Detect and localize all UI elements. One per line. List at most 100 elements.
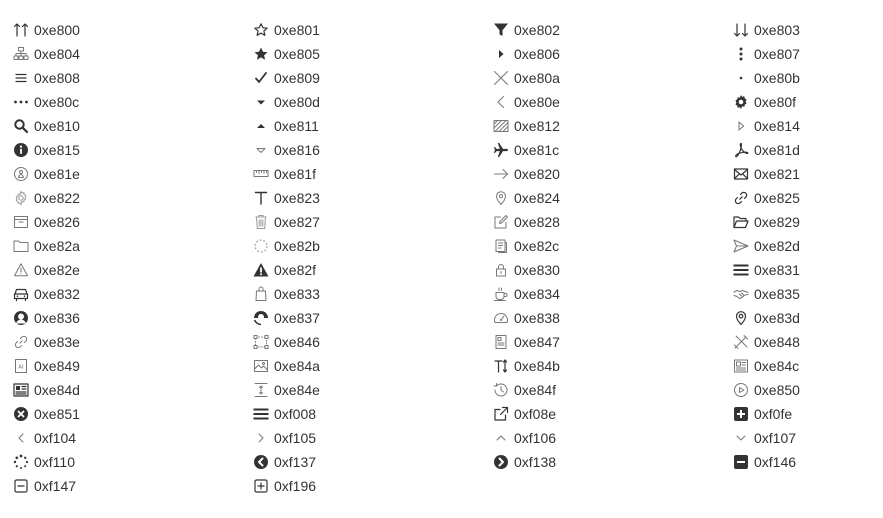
icon-item-0xe812: 0xe812	[492, 114, 712, 138]
icon-item-0xe807: 0xe807	[732, 42, 883, 66]
icon-item-0xe822: 0xe822	[12, 186, 232, 210]
filter-funnel-icon	[492, 21, 510, 39]
icon-code-label: 0xe81e	[34, 166, 80, 182]
minus-square-icon	[732, 453, 750, 471]
icon-item-0xe801: 0xe801	[252, 18, 472, 42]
icon-item-0xe803: 0xe803	[732, 18, 883, 42]
icon-item-0xe82f: 0xe82f	[252, 258, 472, 282]
icon-code-label: 0xe80c	[34, 94, 80, 110]
user-partial-icon	[252, 309, 270, 327]
icon-item-0xe81d: 0xe81d	[732, 138, 883, 162]
coffee-cup-icon	[492, 285, 510, 303]
caret-down-outline-icon	[252, 141, 270, 159]
image-icon	[252, 357, 270, 375]
icon-item-0xe821: 0xe821	[732, 162, 883, 186]
icon-item-0xe802: 0xe802	[492, 18, 712, 42]
icon-item-0xf138: 0xf138	[492, 450, 712, 474]
icon-item-0xe824: 0xe824	[492, 186, 712, 210]
icon-item-0xe80a: 0xe80a	[492, 66, 712, 90]
history-clock-icon	[492, 381, 510, 399]
icon-code-label: 0xe83d	[754, 310, 800, 326]
icon-code-label: 0xf137	[274, 454, 317, 470]
icon-code-label: 0xe816	[274, 142, 320, 158]
icon-code-label: 0xe80e	[514, 94, 560, 110]
car-icon	[12, 285, 30, 303]
external-link-icon	[492, 405, 510, 423]
shopping-bag-icon	[252, 285, 270, 303]
icon-code-label: 0xf104	[34, 430, 77, 446]
icon-code-label: 0xe837	[274, 310, 320, 326]
icon-item-0xe84b: 0xe84b	[492, 354, 712, 378]
icon-code-label: 0xe812	[514, 118, 560, 134]
icon-item-0xe81e: 0xe81e	[12, 162, 232, 186]
icon-code-label: 0xf138	[514, 454, 557, 470]
icon-code-label: 0xf0fe	[754, 406, 793, 422]
angle-up-icon	[492, 429, 510, 447]
icon-code-label: 0xe84e	[274, 382, 320, 398]
icon-code-label: 0xe84c	[754, 358, 800, 374]
pdf-logo-icon	[732, 141, 750, 159]
sitemap-icon	[12, 45, 30, 63]
icon-code-label: 0xe80a	[514, 70, 560, 86]
icon-code-label: 0xe81d	[754, 142, 800, 158]
icon-item-0xf107: 0xf107	[732, 426, 883, 450]
text-height-icon	[492, 357, 510, 375]
icon-item-0xe805: 0xe805	[252, 42, 472, 66]
icon-code-label: 0xe82d	[754, 238, 800, 254]
search-icon	[12, 117, 30, 135]
hatched-box-icon	[492, 117, 510, 135]
icon-item-0xe84d: 0xe84d	[12, 378, 232, 402]
icon-item-0xe834: 0xe834	[492, 282, 712, 306]
icon-item-0xe84c: 0xe84c	[732, 354, 883, 378]
icon-item-0xe832: 0xe832	[12, 282, 232, 306]
link-icon	[732, 189, 750, 207]
icon-code-label: 0xe851	[34, 406, 80, 422]
icon-item-0xe84f: 0xe84f	[492, 378, 712, 402]
newspaper-alt-icon	[12, 381, 30, 399]
dashed-circle-icon	[252, 237, 270, 255]
folder-icon	[12, 237, 30, 255]
arrow-right-icon	[492, 165, 510, 183]
icon-item-0xe800: 0xe800	[12, 18, 232, 42]
icon-code-label: 0xe84d	[34, 382, 80, 398]
info-circle-icon	[12, 141, 30, 159]
icon-item-0xf08e: 0xf08e	[492, 402, 712, 426]
icon-code-label: 0xf106	[514, 430, 557, 446]
icon-item-0xf106: 0xf106	[492, 426, 712, 450]
airplane-icon	[492, 141, 510, 159]
icon-item-0xe835: 0xe835	[732, 282, 883, 306]
ellipsis-horizontal-icon	[12, 93, 30, 111]
handshake-icon	[732, 285, 750, 303]
icon-code-label: 0xe835	[754, 286, 800, 302]
icon-code-label: 0xe80f	[754, 94, 797, 110]
icon-code-label: 0xe82f	[274, 262, 317, 278]
icon-code-label: 0xe825	[754, 190, 800, 206]
warning-filled-icon	[252, 261, 270, 279]
icon-code-label: 0xe848	[754, 334, 800, 350]
icon-code-label: 0xe81f	[274, 166, 317, 182]
icon-code-label: 0xe810	[34, 118, 80, 134]
icon-item-0xe827: 0xe827	[252, 210, 472, 234]
icon-item-0xe816: 0xe816	[252, 138, 472, 162]
icon-item-0xf146: 0xf146	[732, 450, 883, 474]
icon-code-label: 0xe824	[514, 190, 560, 206]
menu-lines-icon	[12, 69, 30, 87]
icon-item-0xe80e: 0xe80e	[492, 90, 712, 114]
ellipsis-vertical-icon	[732, 45, 750, 63]
icon-item-0xe828: 0xe828	[492, 210, 712, 234]
icon-code-label: 0xe81c	[514, 142, 560, 158]
star-filled-icon	[252, 45, 270, 63]
icon-code-label: 0xe823	[274, 190, 320, 206]
menu-bold-icon	[732, 261, 750, 279]
icon-code-label: 0xe829	[754, 214, 800, 230]
icon-item-0xe82a: 0xe82a	[12, 234, 232, 258]
caret-up-icon	[252, 117, 270, 135]
icon-item-0xf110: 0xf110	[12, 450, 232, 474]
icon-code-label: 0xe807	[754, 46, 800, 62]
icon-code-label: 0xe802	[514, 22, 560, 38]
icon-item-0xe848: 0xe848	[732, 330, 883, 354]
icon-item-0xe847: 0xe847	[492, 330, 712, 354]
icon-item-0xe829: 0xe829	[732, 210, 883, 234]
icon-item-0xe820: 0xe820	[492, 162, 712, 186]
icon-code-label: 0xe827	[274, 214, 320, 230]
